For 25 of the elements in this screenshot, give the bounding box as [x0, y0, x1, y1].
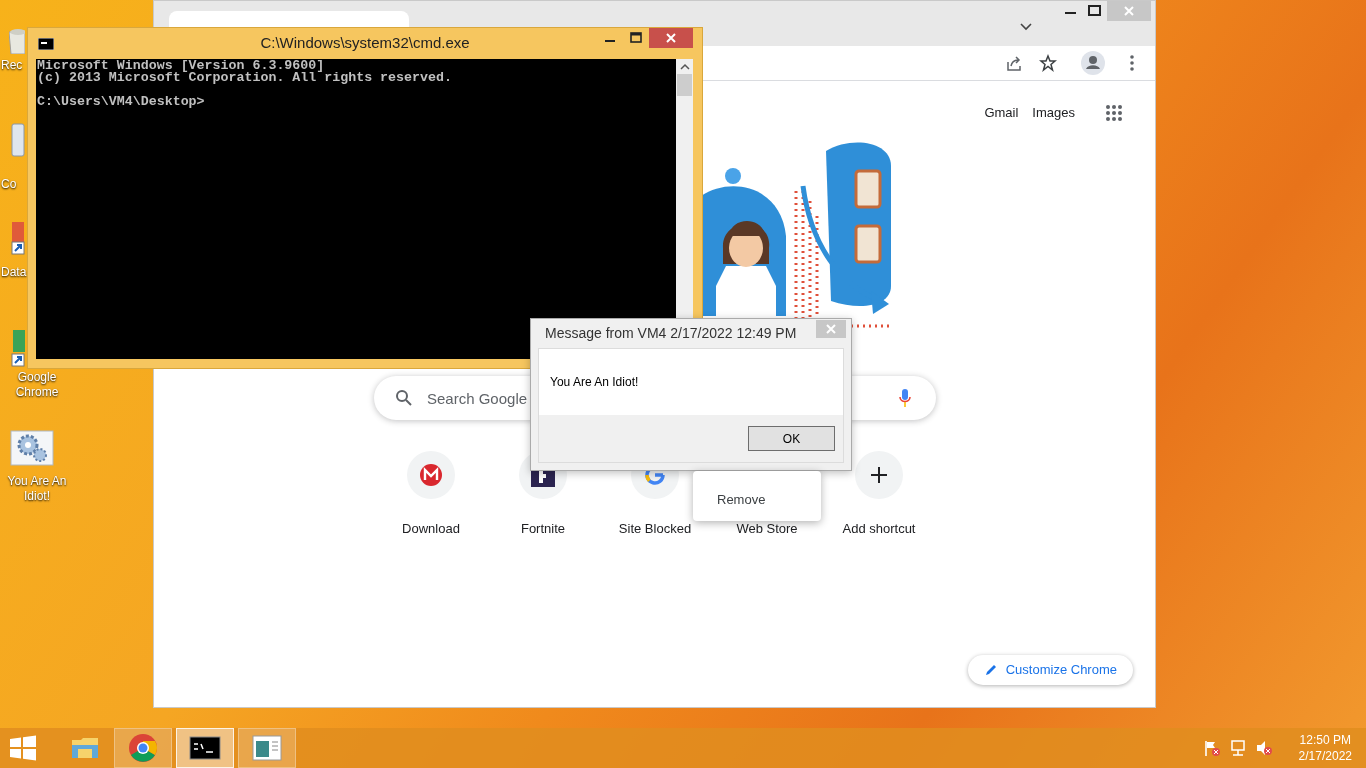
console-line: Microsoft Windows [Version 6.3.9600]	[37, 60, 325, 72]
shortcut-label: Web Store	[736, 520, 798, 538]
header-link[interactable]: Images	[1032, 103, 1075, 123]
desktop-icon-label: Co	[1, 177, 17, 192]
desktop-icon-label: Rec	[1, 58, 23, 73]
desktop-icon-label: Google Chrome	[14, 370, 60, 400]
shortcut-label: Download	[402, 520, 460, 538]
console-line: C:\Users\VM4\Desktop>	[37, 96, 206, 108]
desktop-icon-label: Data	[1, 265, 27, 280]
shortcut-label: Add shortcut	[842, 520, 916, 538]
shortcut-tile[interactable]: Add shortcut	[823, 451, 935, 539]
shortcut-label: Site Blocked	[618, 520, 692, 538]
dialog-title: Message from VM4 2/17/2022 12:49 PM	[545, 324, 797, 343]
ok-button[interactable]: OK	[748, 426, 835, 451]
desktop-icon-label: You Are An Idiot!	[6, 474, 68, 504]
dialog-message: You Are An Idiot!	[550, 374, 639, 391]
menu-item[interactable]: Remove	[693, 489, 821, 509]
clock-date: 2/17/2022	[1298, 748, 1352, 764]
shortcut-tile[interactable]: Download	[375, 451, 487, 539]
header-link[interactable]: Gmail	[984, 103, 1019, 123]
customize-chrome-button[interactable]: Customize Chrome	[967, 655, 1133, 685]
shortcut-label: Fortnite	[520, 520, 566, 538]
window-title: C:\Windows\system32\cmd.exe	[260, 33, 470, 54]
clock-time: 12:50 PM	[1299, 732, 1351, 748]
console-line: (c) 2013 Microsoft Corporation. All rights reserved.	[37, 72, 453, 84]
